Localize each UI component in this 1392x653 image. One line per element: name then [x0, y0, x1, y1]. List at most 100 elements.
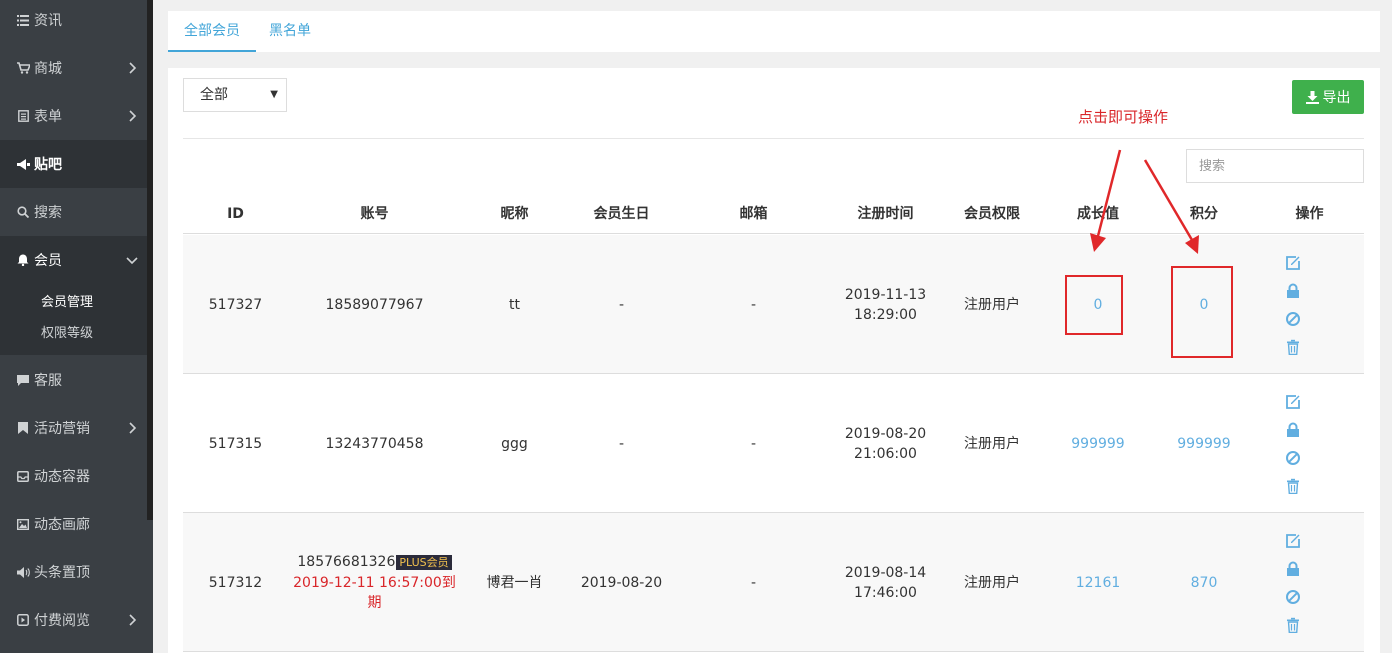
- chevron-right-icon: [125, 421, 139, 435]
- highlight-box-points: [1171, 266, 1233, 358]
- sidebar-scrollbar[interactable]: [147, 0, 153, 520]
- sidebar-item-label: 商城: [34, 61, 62, 77]
- reg-clock: 17:46:00: [854, 584, 917, 601]
- tab-all-members[interactable]: 全部会员: [168, 11, 256, 52]
- row-actions: [1277, 513, 1307, 652]
- edit-icon[interactable]: [1285, 255, 1301, 271]
- sidebar-item-label: 资讯: [34, 13, 62, 29]
- reg-date: 2019-08-20: [844, 425, 927, 442]
- caret-down-icon: ▼: [270, 89, 278, 100]
- chevron-right-icon: [125, 109, 139, 123]
- column-header-role: 会员权限: [964, 206, 1020, 222]
- sidebar-item-headline-top[interactable]: 头条置顶: [0, 548, 147, 596]
- cell-account: 13243770458: [325, 435, 424, 452]
- cell-reg-time: 2019-11-13 18:29:00: [832, 235, 939, 374]
- cell-nickname: ggg: [501, 435, 528, 452]
- inbox-icon: [16, 469, 30, 483]
- annotation-text: 点击即可操作: [1078, 108, 1169, 126]
- sidebar-item-label: 头条置顶: [34, 565, 90, 581]
- column-header-birthday: 会员生日: [593, 206, 650, 222]
- sidebar-item-label: 动态画廊: [34, 517, 90, 533]
- growth-value-link[interactable]: 12161: [1045, 513, 1151, 652]
- megaphone-icon: [16, 157, 30, 171]
- sidebar-item-label: 动态容器: [34, 469, 90, 485]
- row-actions: [1277, 374, 1307, 513]
- edit-icon[interactable]: [1285, 394, 1301, 410]
- filter-select-value: 全部: [200, 87, 228, 103]
- export-button-label: 导出: [1322, 90, 1351, 106]
- column-header-reg-time: 注册时间: [857, 206, 914, 222]
- submenu-item-member-management[interactable]: 会员管理: [41, 291, 93, 310]
- divider: [183, 138, 1364, 139]
- table-row: 517312 18576681326 PLUS会员 2019-12-11 16:5…: [183, 513, 1364, 652]
- sidebar: 资讯 商城 表单 贴吧 搜索 会员 会员管理 权限等级 客服 活动营销 动态容器…: [0, 0, 153, 653]
- member-list-panel: 全部 ▼ 导出 点击即可操作 ID 账号 昵称 会员生日 邮箱 注册时间 会员权…: [168, 68, 1380, 653]
- sidebar-item-paid-reading[interactable]: 付费阅览: [0, 596, 147, 644]
- points-value-link[interactable]: 999999: [1151, 374, 1257, 513]
- cell-id: 517315: [208, 435, 263, 452]
- sidebar-item-dynamic-container[interactable]: 动态容器: [0, 452, 147, 500]
- export-button[interactable]: 导出: [1292, 80, 1364, 114]
- lock-icon[interactable]: [1285, 561, 1301, 577]
- lock-icon[interactable]: [1285, 283, 1301, 299]
- tab-blacklist[interactable]: 黑名单: [253, 11, 327, 52]
- trash-icon[interactable]: [1285, 478, 1301, 494]
- volume-icon: [16, 565, 30, 579]
- plus-member-badge: PLUS会员: [396, 555, 452, 570]
- column-header-growth: 成长值: [1077, 206, 1119, 222]
- cell-reg-time: 2019-08-14 17:46:00: [832, 513, 939, 652]
- sidebar-item-dynamic-gallery[interactable]: 动态画廊: [0, 500, 147, 548]
- sidebar-item-label: 付费阅览: [34, 613, 90, 629]
- search-input[interactable]: [1186, 149, 1364, 183]
- reg-date: 2019-08-14: [844, 564, 927, 581]
- cell-id: 517327: [208, 296, 263, 313]
- growth-value-link[interactable]: 999999: [1045, 374, 1151, 513]
- download-icon: [1305, 90, 1319, 104]
- lock-icon[interactable]: [1285, 422, 1301, 438]
- column-header-points: 积分: [1190, 206, 1218, 222]
- sidebar-item-form[interactable]: 表单: [0, 92, 147, 140]
- sidebar-item-customer-service[interactable]: 客服: [0, 356, 147, 404]
- trash-icon[interactable]: [1285, 339, 1301, 355]
- cell-nickname: 博君一肖: [486, 574, 543, 591]
- chevron-right-icon: [125, 613, 139, 627]
- sidebar-item-mall[interactable]: 商城: [0, 44, 147, 92]
- sidebar-item-label: 活动营销: [34, 421, 90, 437]
- column-header-nickname: 昵称: [500, 206, 529, 222]
- column-header-id: ID: [227, 206, 244, 222]
- sidebar-item-member[interactable]: 会员: [0, 236, 147, 284]
- member-submenu: 会员管理 权限等级: [0, 283, 147, 355]
- submenu-item-permission-level[interactable]: 权限等级: [41, 322, 93, 341]
- sidebar-item-search[interactable]: 搜索: [0, 188, 147, 236]
- ban-icon[interactable]: [1285, 589, 1301, 605]
- cell-role: 注册用户: [964, 574, 1020, 591]
- cart-icon: [16, 61, 30, 75]
- bookmark-icon: [16, 421, 30, 435]
- chevron-right-icon: [125, 61, 139, 75]
- sidebar-item-label: 客服: [34, 373, 62, 389]
- sidebar-item-news[interactable]: 资讯: [0, 0, 147, 44]
- points-value-link[interactable]: 870: [1151, 513, 1257, 652]
- table-row: 517315 13243770458 ggg - - 2019-08-20 21…: [183, 374, 1364, 513]
- cell-role: 注册用户: [964, 435, 1020, 452]
- filter-select[interactable]: 全部 ▼: [183, 78, 287, 112]
- cell-email: -: [750, 435, 757, 452]
- cell-nickname: tt: [509, 296, 520, 313]
- expire-text: 2019-12-11 16:57:00到: [293, 575, 456, 591]
- highlight-box-growth: [1065, 275, 1123, 335]
- cell-birthday: -: [618, 296, 625, 313]
- sidebar-item-label: 表单: [34, 109, 62, 125]
- ban-icon[interactable]: [1285, 311, 1301, 327]
- sidebar-item-marketing[interactable]: 活动营销: [0, 404, 147, 452]
- account-line: 18576681326 PLUS会员: [297, 552, 452, 573]
- account-number: 18576681326: [297, 554, 396, 570]
- sidebar-item-forum[interactable]: 贴吧: [0, 140, 147, 188]
- column-header-email: 邮箱: [739, 206, 768, 222]
- trash-icon[interactable]: [1285, 617, 1301, 633]
- column-header-account: 账号: [360, 206, 389, 222]
- ban-icon[interactable]: [1285, 450, 1301, 466]
- sidebar-item-label: 贴吧: [34, 157, 62, 173]
- bell-icon: [16, 253, 30, 267]
- cell-birthday: 2019-08-20: [580, 574, 663, 591]
- edit-icon[interactable]: [1285, 533, 1301, 549]
